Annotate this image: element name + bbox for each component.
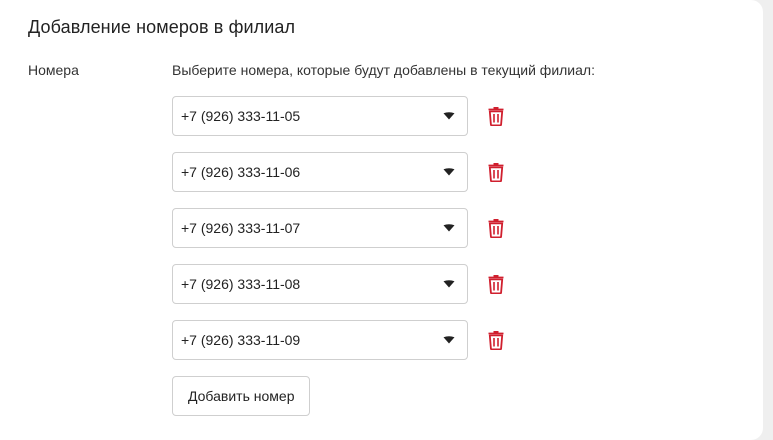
trash-icon — [488, 107, 504, 126]
number-select[interactable]: +7 (926) 333-11-08 — [172, 264, 468, 304]
number-select-value: +7 (926) 333-11-05 — [181, 108, 301, 124]
chevron-down-icon — [443, 280, 455, 288]
chevron-down-icon — [443, 168, 455, 176]
number-row: +7 (926) 333-11-06 — [172, 152, 505, 192]
number-row: +7 (926) 333-11-08 — [172, 264, 505, 304]
delete-number-button[interactable] — [487, 274, 505, 294]
number-select[interactable]: +7 (926) 333-11-07 — [172, 208, 468, 248]
number-select-value: +7 (926) 333-11-08 — [181, 276, 301, 292]
number-select-value: +7 (926) 333-11-06 — [181, 164, 301, 180]
delete-number-button[interactable] — [487, 162, 505, 182]
delete-number-button[interactable] — [487, 218, 505, 238]
delete-number-button[interactable] — [487, 106, 505, 126]
chevron-down-icon — [443, 112, 455, 120]
trash-icon — [488, 275, 504, 294]
numbers-hint-text: Выберите номера, которые будут добавлены… — [172, 62, 595, 78]
number-select-value: +7 (926) 333-11-09 — [181, 332, 301, 348]
add-number-button[interactable]: Добавить номер — [172, 376, 311, 416]
number-row: +7 (926) 333-11-09 — [172, 320, 505, 360]
number-row: +7 (926) 333-11-07 — [172, 208, 505, 248]
numbers-field-label: Номера — [28, 62, 79, 78]
number-row: +7 (926) 333-11-05 — [172, 96, 505, 136]
trash-icon — [488, 331, 504, 350]
delete-number-button[interactable] — [487, 330, 505, 350]
chevron-down-icon — [443, 224, 455, 232]
number-select[interactable]: +7 (926) 333-11-06 — [172, 152, 468, 192]
number-select-value: +7 (926) 333-11-07 — [181, 220, 301, 236]
page-title: Добавление номеров в филиал — [28, 17, 296, 37]
trash-icon — [488, 219, 504, 238]
number-select[interactable]: +7 (926) 333-11-09 — [172, 320, 468, 360]
number-rows-list: +7 (926) 333-11-05 +7 (926) 333-11-06 +7… — [172, 96, 505, 376]
trash-icon — [488, 163, 504, 182]
branch-numbers-card: Добавление номеров в филиал Номера Выбер… — [0, 0, 763, 440]
chevron-down-icon — [443, 336, 455, 344]
number-select[interactable]: +7 (926) 333-11-05 — [172, 96, 468, 136]
